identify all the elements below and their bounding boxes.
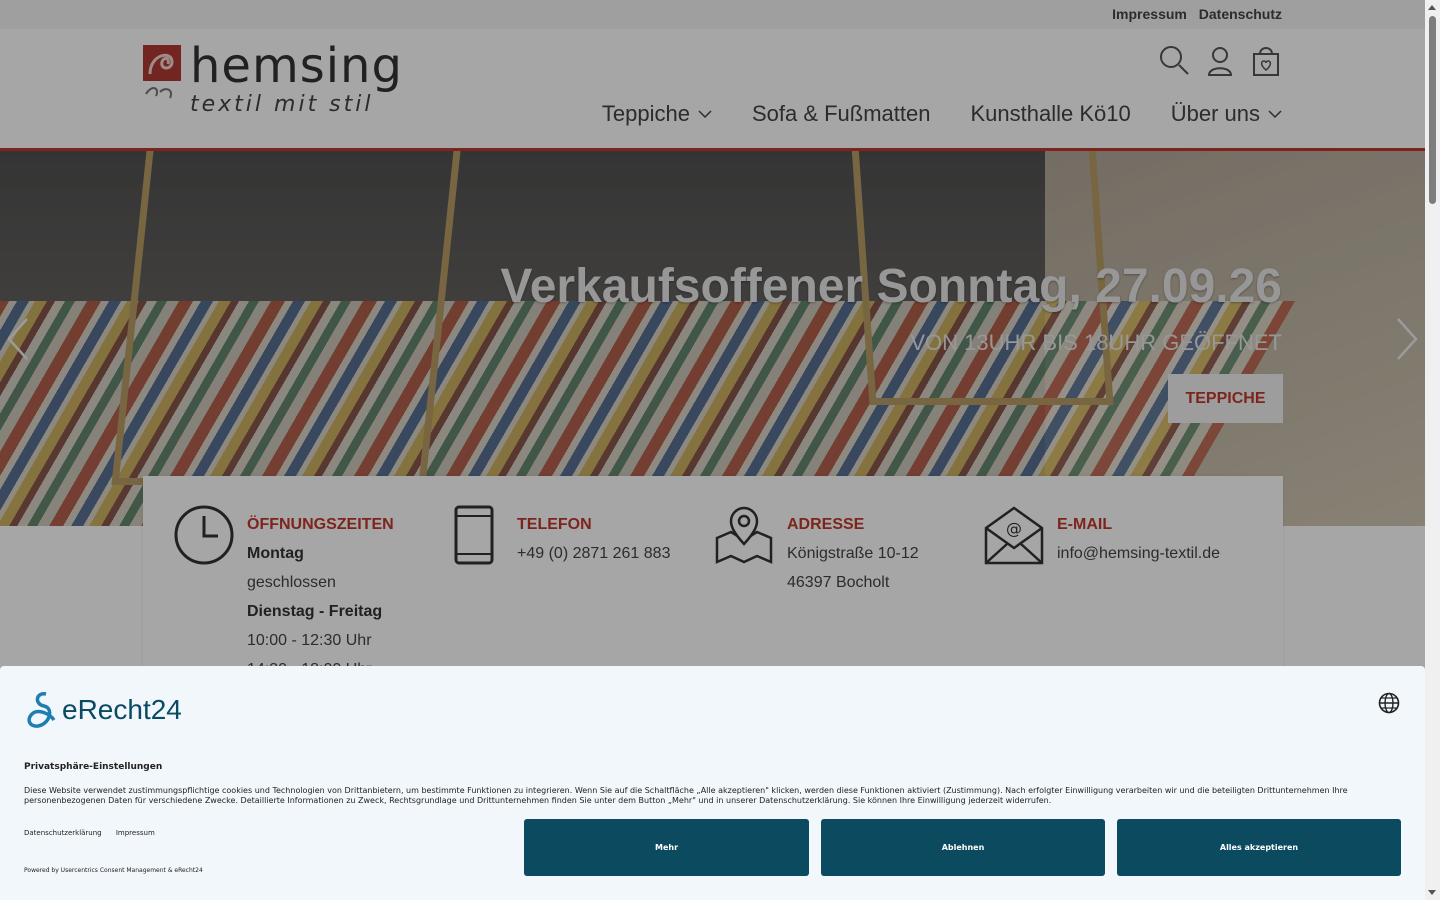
cookie-consent-banner: eRecht24 Privatsphäre-Einstellungen Dies… [0, 666, 1425, 900]
scrollbar-thumb[interactable] [1429, 16, 1436, 204]
consent-imprint-link[interactable]: Impressum [116, 829, 155, 837]
consent-more-button[interactable]: Mehr [524, 819, 809, 876]
erecht24-wordmark: eRecht24 [62, 694, 182, 725]
consent-links: Datenschutzerklärung Impressum [24, 829, 167, 837]
consent-powered-by: Powered by Usercentrics Consent Manageme… [24, 867, 203, 874]
language-globe-icon[interactable] [1378, 692, 1400, 714]
erecht24-mark-icon [27, 692, 56, 728]
erecht24-logo: eRecht24 [24, 690, 182, 730]
scroll-up-icon[interactable] [1428, 5, 1436, 10]
scroll-down-icon[interactable] [1428, 890, 1436, 895]
consent-title: Privatsphäre-Einstellungen [24, 762, 163, 772]
consent-reject-button[interactable]: Ablehnen [821, 819, 1105, 876]
consent-description: Diese Website verwendet zustimmungspflic… [24, 786, 1348, 805]
consent-accept-all-button[interactable]: Alles akzeptieren [1117, 819, 1401, 876]
consent-privacy-link[interactable]: Datenschutzerklärung [24, 829, 102, 837]
page-scrollbar[interactable] [1425, 0, 1440, 900]
